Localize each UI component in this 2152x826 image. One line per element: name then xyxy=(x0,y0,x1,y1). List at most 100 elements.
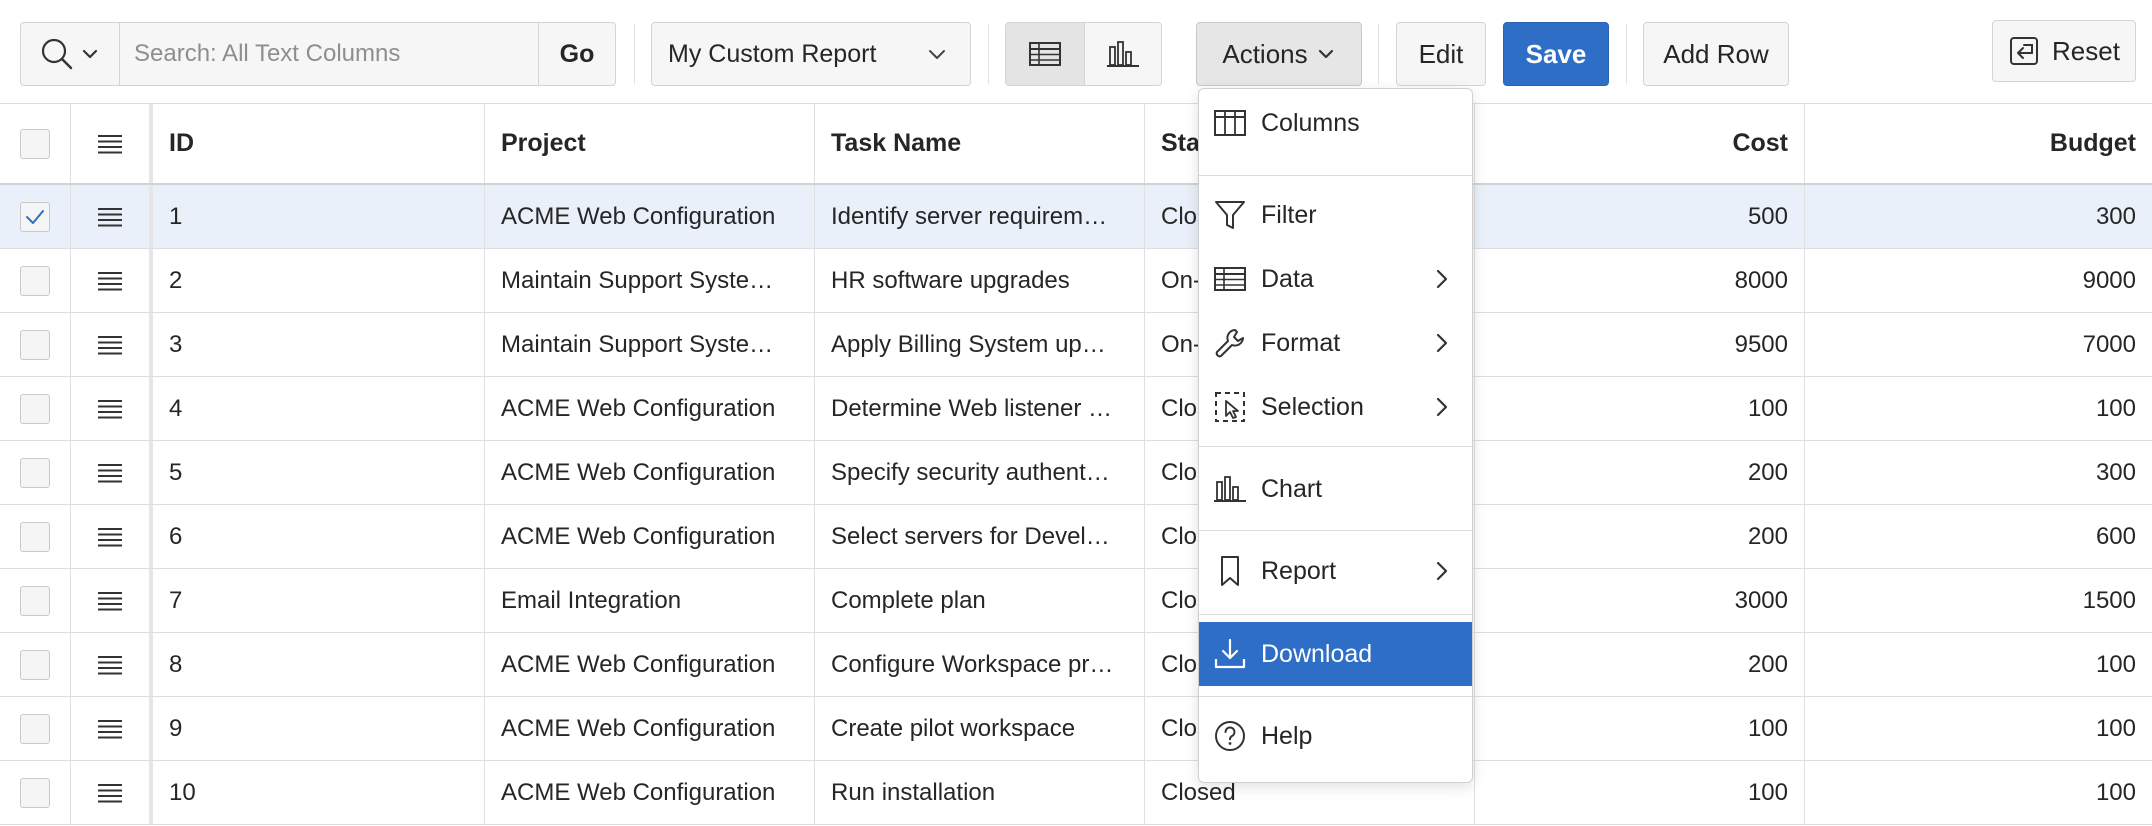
column-header-cost[interactable]: Cost xyxy=(1475,104,1805,183)
cell-cost[interactable]: 200 xyxy=(1475,633,1805,696)
actions-menu-button[interactable]: Actions xyxy=(1196,22,1362,86)
table-row[interactable]: 5 ACME Web Configuration Specify security … xyxy=(0,441,2152,505)
cell-cost[interactable]: 100 xyxy=(1475,697,1805,760)
row-actions-menu-icon[interactable] xyxy=(96,206,124,228)
menu-item-download[interactable]: Download xyxy=(1199,622,1472,686)
menu-item-selection[interactable]: Selection xyxy=(1199,375,1472,439)
edit-button[interactable]: Edit xyxy=(1396,22,1486,86)
table-row[interactable]: 4 ACME Web Configuration Determine Web lis… xyxy=(0,377,2152,441)
row-checkbox[interactable] xyxy=(20,649,50,680)
column-header-project[interactable]: Project xyxy=(485,104,815,183)
row-actions-menu-icon[interactable] xyxy=(96,654,124,676)
row-checkbox[interactable] xyxy=(20,265,50,296)
cell-budget[interactable]: 9000 xyxy=(1805,249,2152,312)
row-actions-menu-icon[interactable] xyxy=(96,718,124,740)
cell-budget[interactable]: 7000 xyxy=(1805,313,2152,376)
cell-task-name[interactable]: HR software upgrades xyxy=(815,249,1145,312)
menu-item-report[interactable]: Report xyxy=(1199,539,1472,603)
cell-task-name[interactable]: Create pilot workspace xyxy=(815,697,1145,760)
cell-task-name[interactable]: Select servers for Devel… xyxy=(815,505,1145,568)
cell-task-name[interactable]: Determine Web listener … xyxy=(815,377,1145,440)
saved-report-select[interactable]: My Custom Report xyxy=(651,22,971,86)
chart-view-button[interactable] xyxy=(1084,22,1162,86)
row-checkbox[interactable] xyxy=(20,585,50,616)
cell-id[interactable]: 2 xyxy=(153,249,485,312)
cell-task-name[interactable]: Complete plan xyxy=(815,569,1145,632)
table-row[interactable]: 2 Maintain Support Syste… HR software upgr… xyxy=(0,249,2152,313)
row-actions-menu-icon[interactable] xyxy=(96,334,124,356)
cell-cost[interactable]: 3000 xyxy=(1475,569,1805,632)
row-actions-menu-icon[interactable] xyxy=(96,462,124,484)
cell-cost[interactable]: 9500 xyxy=(1475,313,1805,376)
row-checkbox[interactable] xyxy=(20,521,50,552)
cell-cost[interactable]: 8000 xyxy=(1475,249,1805,312)
cell-id[interactable]: 7 xyxy=(153,569,485,632)
cell-budget[interactable]: 300 xyxy=(1805,185,2152,248)
cell-budget[interactable]: 300 xyxy=(1805,441,2152,504)
cell-task-name[interactable]: Apply Billing System up… xyxy=(815,313,1145,376)
cell-project[interactable]: ACME Web Configuration xyxy=(485,505,815,568)
search-column-button[interactable] xyxy=(20,22,120,86)
hamburger-icon[interactable] xyxy=(96,133,124,155)
cell-task-name[interactable]: Configure Workspace pr… xyxy=(815,633,1145,696)
cell-id[interactable]: 6 xyxy=(153,505,485,568)
row-actions-menu-icon[interactable] xyxy=(96,398,124,420)
row-actions-menu-icon[interactable] xyxy=(96,526,124,548)
menu-item-data[interactable]: Data xyxy=(1199,247,1472,311)
cell-budget[interactable]: 100 xyxy=(1805,761,2152,824)
select-all-checkbox[interactable] xyxy=(20,128,50,159)
row-checkbox[interactable] xyxy=(20,713,50,744)
cell-budget[interactable]: 100 xyxy=(1805,697,2152,760)
table-row[interactable]: 1 ACME Web Configuration Identify server r… xyxy=(0,185,2152,249)
cell-project[interactable]: Email Integration xyxy=(485,569,815,632)
menu-item-chart[interactable]: Chart xyxy=(1199,457,1472,521)
cell-project[interactable]: ACME Web Configuration xyxy=(485,377,815,440)
row-actions-menu-icon[interactable] xyxy=(96,782,124,804)
cell-project[interactable]: Maintain Support Syste… xyxy=(485,313,815,376)
row-actions-menu-icon[interactable] xyxy=(96,270,124,292)
cell-project[interactable]: ACME Web Configuration xyxy=(485,441,815,504)
table-row[interactable]: 7Email IntegrationComplete planClosed300… xyxy=(0,569,2152,633)
table-row[interactable]: 8 ACME Web Configuration Configure Workspa… xyxy=(0,633,2152,697)
cell-id[interactable]: 5 xyxy=(153,441,485,504)
cell-project[interactable]: ACME Web Configuration xyxy=(485,761,815,824)
table-row[interactable]: 9 ACME Web Configuration Create pilot work… xyxy=(0,697,2152,761)
row-checkbox[interactable] xyxy=(20,201,50,232)
go-button[interactable]: Go xyxy=(538,22,616,86)
menu-item-filter[interactable]: Filter xyxy=(1199,183,1472,247)
column-header-budget[interactable]: Budget xyxy=(1805,104,2152,183)
cell-cost[interactable]: 100 xyxy=(1475,761,1805,824)
menu-item-format[interactable]: Format xyxy=(1199,311,1472,375)
cell-budget[interactable]: 100 xyxy=(1805,633,2152,696)
grid-view-button[interactable] xyxy=(1005,22,1085,86)
cell-cost[interactable]: 100 xyxy=(1475,377,1805,440)
row-checkbox[interactable] xyxy=(20,329,50,360)
cell-project[interactable]: ACME Web Configuration xyxy=(485,633,815,696)
column-header-id[interactable]: ID xyxy=(153,104,485,183)
cell-project[interactable]: Maintain Support Syste… xyxy=(485,249,815,312)
menu-item-columns[interactable]: Columns xyxy=(1199,91,1472,155)
cell-id[interactable]: 8 xyxy=(153,633,485,696)
table-row[interactable]: 10 ACME Web Configuration Run installation… xyxy=(0,761,2152,825)
cell-id[interactable]: 4 xyxy=(153,377,485,440)
cell-budget[interactable]: 600 xyxy=(1805,505,2152,568)
menu-item-help[interactable]: Help xyxy=(1199,704,1472,768)
row-checkbox[interactable] xyxy=(20,457,50,488)
cell-task-name[interactable]: Specify security authent… xyxy=(815,441,1145,504)
column-header-task-name[interactable]: Task Name xyxy=(815,104,1145,183)
reset-button[interactable]: Reset xyxy=(1992,20,2136,82)
cell-id[interactable]: 1 xyxy=(153,185,485,248)
row-checkbox[interactable] xyxy=(20,777,50,808)
cell-cost[interactable]: 200 xyxy=(1475,441,1805,504)
cell-id[interactable]: 9 xyxy=(153,697,485,760)
save-button[interactable]: Save xyxy=(1503,22,1609,86)
cell-id[interactable]: 10 xyxy=(153,761,485,824)
cell-id[interactable]: 3 xyxy=(153,313,485,376)
add-row-button[interactable]: Add Row xyxy=(1643,22,1789,86)
cell-cost[interactable]: 200 xyxy=(1475,505,1805,568)
cell-task-name[interactable]: Identify server requirem… xyxy=(815,185,1145,248)
row-actions-menu-icon[interactable] xyxy=(96,590,124,612)
table-row[interactable]: 6 ACME Web Configuration Select servers fo… xyxy=(0,505,2152,569)
cell-task-name[interactable]: Run installation xyxy=(815,761,1145,824)
cell-budget[interactable]: 1500 xyxy=(1805,569,2152,632)
